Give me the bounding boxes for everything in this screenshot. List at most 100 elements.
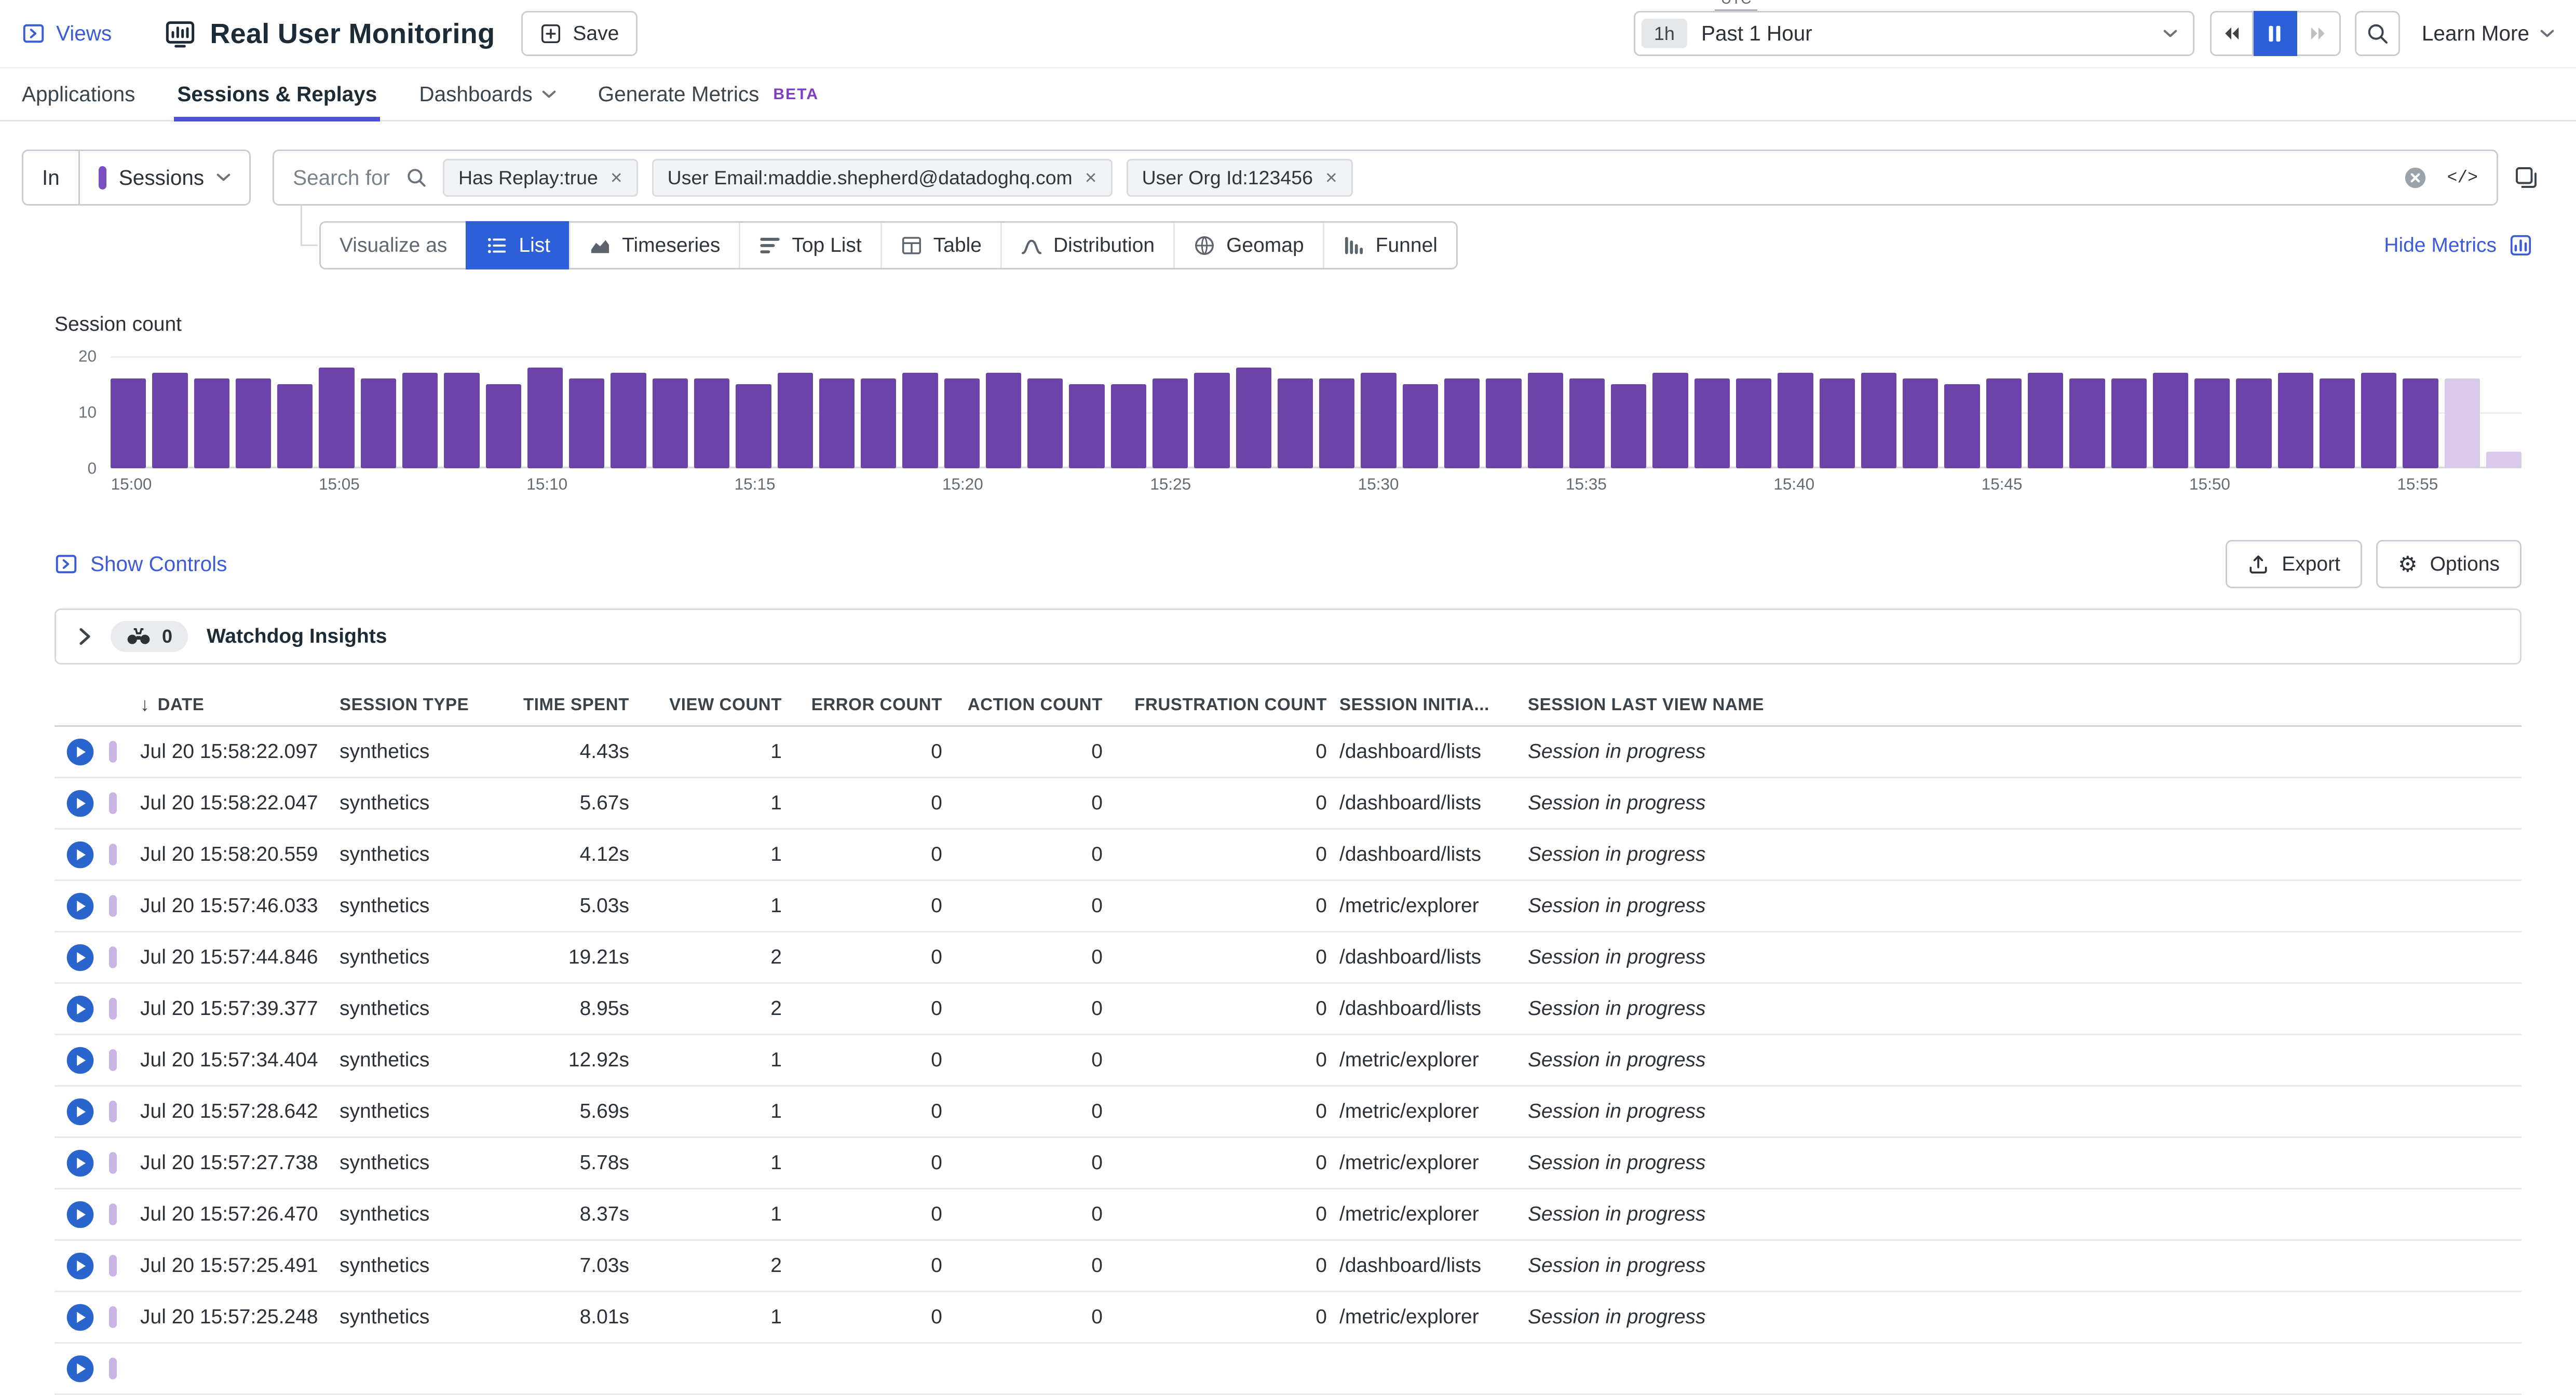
session-count-bar[interactable]	[1694, 378, 1730, 468]
column-header-error-count[interactable]: ERROR COUNT	[794, 695, 955, 714]
session-count-bar[interactable]	[2320, 378, 2355, 468]
session-count-bar[interactable]	[1903, 378, 1938, 468]
session-count-bar[interactable]	[611, 373, 646, 468]
session-count-bar[interactable]	[778, 373, 813, 468]
column-header-time-spent[interactable]: TIME SPENT	[511, 695, 642, 714]
session-row[interactable]: Jul 20 15:57:44.846synthetics19.21s2000/…	[55, 932, 2521, 984]
session-count-bar[interactable]	[1652, 373, 1688, 468]
session-count-bar[interactable]	[1027, 378, 1063, 468]
column-header-session-type[interactable]: SESSION TYPE	[340, 695, 511, 714]
watchdog-insights[interactable]: 0 Watchdog Insights	[55, 608, 2521, 665]
session-row[interactable]: Jul 20 15:57:25.491synthetics7.03s2000/d…	[55, 1241, 2521, 1292]
session-row[interactable]: Jul 20 15:57:26.470synthetics8.37s1000/m…	[55, 1189, 2521, 1241]
clear-search-button[interactable]	[2404, 166, 2427, 189]
session-count-bar[interactable]	[2153, 373, 2188, 468]
session-count-bar[interactable]	[2361, 373, 2396, 468]
time-range-picker[interactable]: UTC 1h Past 1 Hour	[1634, 11, 2194, 56]
play-replay-button[interactable]	[65, 1097, 95, 1127]
session-count-bar[interactable]	[902, 373, 938, 468]
visualize-option-table[interactable]: Table	[880, 223, 1000, 268]
session-count-bar[interactable]	[1319, 378, 1354, 468]
session-count-bar[interactable]	[736, 384, 771, 468]
session-count-bar[interactable]	[819, 378, 855, 468]
column-header-view-count[interactable]: VIEW COUNT	[642, 695, 794, 714]
column-header-action-count[interactable]: ACTION COUNT	[955, 695, 1115, 714]
session-count-bar[interactable]	[1569, 378, 1605, 468]
session-count-bar[interactable]	[1236, 368, 1271, 468]
step-forward-button[interactable]	[2297, 11, 2341, 56]
session-count-bar[interactable]	[653, 378, 688, 468]
play-replay-button[interactable]	[65, 1200, 95, 1229]
session-count-bar[interactable]	[2486, 452, 2521, 468]
session-count-bar[interactable]	[1361, 373, 1396, 468]
session-row[interactable]: Jul 20 15:57:39.377synthetics8.95s2000/d…	[55, 984, 2521, 1035]
session-count-bar[interactable]	[1194, 373, 1229, 468]
remove-filter-icon[interactable]: ×	[611, 168, 622, 188]
play-replay-button[interactable]	[65, 1251, 95, 1281]
session-count-bar[interactable]	[2445, 378, 2480, 468]
session-count-bar[interactable]	[569, 378, 604, 468]
copy-query-button[interactable]	[2498, 150, 2554, 206]
options-button[interactable]: ⚙ Options	[2376, 540, 2521, 588]
zoom-out-button[interactable]	[2355, 11, 2400, 56]
session-count-bar[interactable]	[111, 378, 146, 468]
play-replay-button[interactable]	[65, 943, 95, 972]
play-replay-button[interactable]	[65, 1354, 95, 1384]
pause-live-button[interactable]	[2254, 11, 2297, 56]
expand-chevron-icon[interactable]	[78, 627, 92, 646]
session-count-bar[interactable]	[1611, 384, 1646, 468]
session-count-bar[interactable]	[1820, 378, 1855, 468]
session-count-bar[interactable]	[2111, 378, 2147, 468]
filter-pill[interactable]: Has Replay:true×	[443, 159, 638, 197]
play-replay-button[interactable]	[65, 737, 95, 767]
session-count-bar[interactable]	[944, 378, 980, 468]
session-row[interactable]: Jul 20 15:58:20.559synthetics4.12s1000/d…	[55, 830, 2521, 881]
session-count-bar[interactable]	[152, 373, 187, 468]
filter-pill[interactable]: User Org Id:123456×	[1127, 159, 1353, 197]
session-count-bar[interactable]	[194, 378, 229, 468]
session-row[interactable]: Jul 20 15:57:27.738synthetics5.78s1000/m…	[55, 1138, 2521, 1189]
session-count-bar[interactable]	[1444, 378, 1480, 468]
session-count-bar[interactable]	[1528, 373, 1563, 468]
filter-pill[interactable]: User Email:maddie.shepherd@datadoghq.com…	[652, 159, 1113, 197]
session-count-bar[interactable]	[1153, 378, 1188, 468]
remove-filter-icon[interactable]: ×	[1325, 168, 1337, 188]
session-count-bar[interactable]	[361, 378, 396, 468]
session-count-bar[interactable]	[1278, 378, 1313, 468]
tab-applications[interactable]: Applications	[22, 69, 135, 120]
session-count-bar[interactable]	[1736, 378, 1771, 468]
session-row[interactable]: Jul 20 15:57:34.404synthetics12.92s1000/…	[55, 1035, 2521, 1087]
export-button[interactable]: Export	[2226, 540, 2362, 588]
session-count-bar[interactable]	[236, 378, 271, 468]
hide-metrics-link[interactable]: Hide Metrics	[2384, 234, 2532, 257]
column-header-session-last-view-name[interactable]: SESSION LAST VIEW NAME	[1528, 695, 2521, 714]
play-replay-button[interactable]	[65, 1303, 95, 1332]
session-count-bar[interactable]	[486, 384, 521, 468]
column-header-session-initia[interactable]: SESSION INITIA...	[1339, 695, 1528, 714]
views-button[interactable]: Views	[22, 21, 112, 46]
visualize-option-geomap[interactable]: Geomap	[1173, 223, 1323, 268]
play-replay-button[interactable]	[65, 840, 95, 870]
session-count-bar[interactable]	[2194, 378, 2230, 468]
session-count-bar[interactable]	[319, 368, 354, 468]
show-controls-link[interactable]: Show Controls	[55, 552, 227, 576]
session-row[interactable]: Jul 20 15:57:25.248synthetics8.01s1000/m…	[55, 1292, 2521, 1344]
play-replay-button[interactable]	[65, 994, 95, 1024]
session-count-bar[interactable]	[1986, 378, 2022, 468]
session-row[interactable]: Jul 20 15:57:46.033synthetics5.03s1000/m…	[55, 881, 2521, 932]
tab-sessions-replays[interactable]: Sessions & Replays	[177, 69, 377, 120]
column-header-frustration-count[interactable]: FRUSTRATION COUNT	[1115, 695, 1339, 714]
session-row[interactable]: Jul 20 15:58:22.097synthetics4.43s1000/d…	[55, 727, 2521, 778]
session-count-bar[interactable]	[1861, 373, 1896, 468]
session-count-bar[interactable]	[527, 368, 563, 468]
time-range-dropdown[interactable]: 1h Past 1 Hour	[1634, 11, 2194, 56]
session-count-bar[interactable]	[2069, 378, 2105, 468]
session-count-bar[interactable]	[277, 384, 313, 468]
session-row[interactable]	[55, 1344, 2521, 1395]
session-count-bar[interactable]	[694, 378, 729, 468]
session-count-bar[interactable]	[2278, 373, 2313, 468]
search-input[interactable]: Search for Has Replay:true×User Email:ma…	[273, 150, 2498, 206]
session-count-bar[interactable]	[2236, 378, 2271, 468]
visualize-option-top-list[interactable]: Top List	[739, 223, 880, 268]
session-count-bar[interactable]	[1778, 373, 1813, 468]
